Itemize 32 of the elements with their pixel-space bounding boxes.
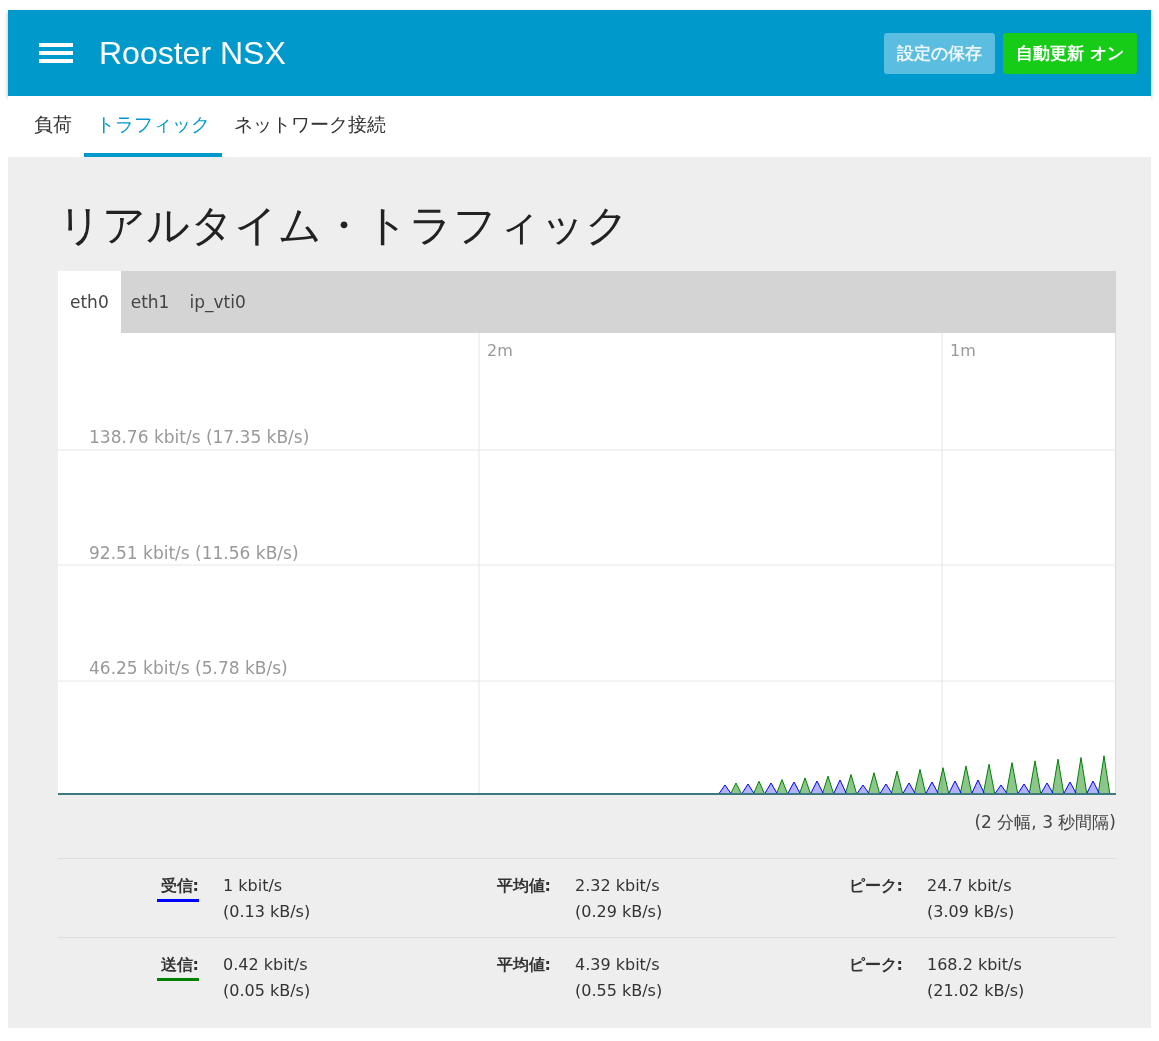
stat-label: 送信: bbox=[160, 954, 199, 976]
nav-tab[interactable]: 負荷 bbox=[22, 96, 84, 157]
stat-value: (0.55 kB/s) bbox=[575, 980, 663, 1002]
nav-tab[interactable]: ネットワーク接続 bbox=[222, 96, 398, 157]
stat-label: ピーク: bbox=[848, 954, 903, 976]
graph-scale-note: (2 分幅, 3 秒間隔) bbox=[973, 811, 1116, 834]
menu-icon[interactable] bbox=[39, 41, 73, 65]
page-heading: リアルタイム・トラフィック bbox=[58, 199, 630, 252]
stat-label: 受信: bbox=[160, 875, 199, 897]
stat-value: (0.29 kB/s) bbox=[575, 901, 663, 923]
interface-tab[interactable]: eth0 bbox=[58, 271, 121, 333]
stat-value: (3.09 kB/s) bbox=[927, 901, 1015, 923]
stat-value: 2.32 kbit/s bbox=[575, 875, 660, 897]
stat-value: 4.39 kbit/s bbox=[575, 954, 660, 976]
stat-value: 24.7 kbit/s bbox=[927, 875, 1012, 897]
rate-label: 46.25 kbit/s (5.78 kB/s) bbox=[89, 658, 288, 678]
stat-value: (21.02 kB/s) bbox=[927, 980, 1025, 1002]
rate-label: 92.51 kbit/s (11.56 kB/s) bbox=[89, 542, 299, 563]
stat-value: (0.13 kB/s) bbox=[223, 901, 311, 923]
stat-label: 平均値: bbox=[496, 954, 551, 976]
stat-value: (0.05 kB/s) bbox=[223, 980, 311, 1002]
stat-label: 平均値: bbox=[496, 875, 551, 897]
rate-label: 138.76 kbit/s (17.35 kB/s) bbox=[89, 427, 310, 447]
stat-label: ピーク: bbox=[848, 875, 903, 897]
interface-tab[interactable]: eth1 bbox=[120, 271, 180, 333]
app-title: Rooster NSX bbox=[99, 34, 286, 72]
time-label: 1m bbox=[950, 341, 976, 360]
interface-tab[interactable]: ip_vti0 bbox=[179, 271, 256, 333]
stat-value: 1 kbit/s bbox=[223, 875, 283, 897]
stat-value: 168.2 kbit/s bbox=[927, 954, 1022, 976]
time-label: 2m bbox=[487, 341, 513, 360]
stat-value: 0.42 kbit/s bbox=[223, 954, 308, 976]
